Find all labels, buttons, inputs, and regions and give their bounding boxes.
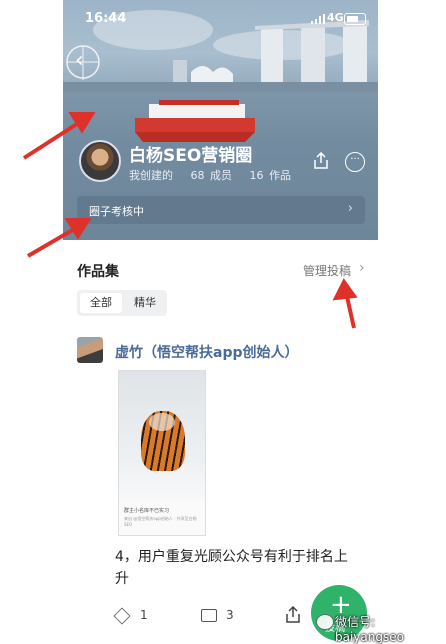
status-time: 16:44 xyxy=(85,11,127,26)
author-avatar[interactable] xyxy=(77,337,103,363)
community-avatar[interactable] xyxy=(79,140,121,182)
share-icon[interactable] xyxy=(313,152,329,170)
comment-icon[interactable] xyxy=(201,609,217,622)
post-image[interactable]: 群主小名库不已实习 来自 @悟空帮扶app创始人 · 共享至白杨SEO xyxy=(118,370,206,536)
more-icon[interactable]: ··· xyxy=(345,152,365,172)
back-icon[interactable]: ‹ xyxy=(75,48,84,73)
tab-all[interactable]: 全部 xyxy=(80,293,122,313)
battery-icon xyxy=(344,13,366,25)
community-meta: 我创建的 68 成员 16 作品 xyxy=(129,167,303,183)
tab-featured[interactable]: 精华 xyxy=(127,293,163,313)
review-status-text: 圈子考核中 xyxy=(89,205,144,218)
chevron-right-icon: › xyxy=(347,201,353,216)
network-type: 4G xyxy=(327,11,344,24)
works-count[interactable]: 16 作品 xyxy=(250,169,292,182)
review-status-bar[interactable]: 圈子考核中 › xyxy=(77,196,365,224)
works-section-title: 作品集 xyxy=(77,264,119,280)
like-count: 1 xyxy=(140,608,148,622)
cube-icon[interactable] xyxy=(113,607,131,625)
comment-count: 3 xyxy=(226,608,234,622)
status-bar: 16:44 4G xyxy=(63,0,378,40)
community-header: 16:44 4G ‹ 白杨SEO营销圈 我创建的 68 成员 16 作品 ···… xyxy=(63,0,378,240)
image-caption: 群主小名库不已实习 xyxy=(124,508,170,514)
signal-icon xyxy=(311,14,325,24)
community-name: 白杨SEO营销圈 xyxy=(129,146,253,166)
community-role: 我创建的 xyxy=(129,169,173,182)
post-title[interactable]: 4，用户重复光顾公众号有利于排名上升 xyxy=(115,546,355,590)
phone-screen: 16:44 4G ‹ 白杨SEO营销圈 我创建的 68 成员 16 作品 ···… xyxy=(63,0,378,642)
author-name[interactable]: 虚竹（悟空帮扶app创始人） xyxy=(115,342,299,362)
share-icon[interactable] xyxy=(285,606,301,624)
image-subcaption: 来自 @悟空帮扶app创始人 · 共享至白杨SEO xyxy=(124,516,197,527)
member-count[interactable]: 68 成员 xyxy=(191,169,233,182)
works-filter-tabs: 全部 精华 xyxy=(77,290,167,316)
manage-submissions-link[interactable]: 管理投稿 xyxy=(303,262,351,279)
watermark: 微信号: baiyangseo xyxy=(335,615,404,644)
tiger-photo xyxy=(119,371,205,501)
chevron-right-icon: › xyxy=(359,260,365,276)
wechat-icon xyxy=(316,614,334,630)
tiger-face xyxy=(149,413,175,431)
